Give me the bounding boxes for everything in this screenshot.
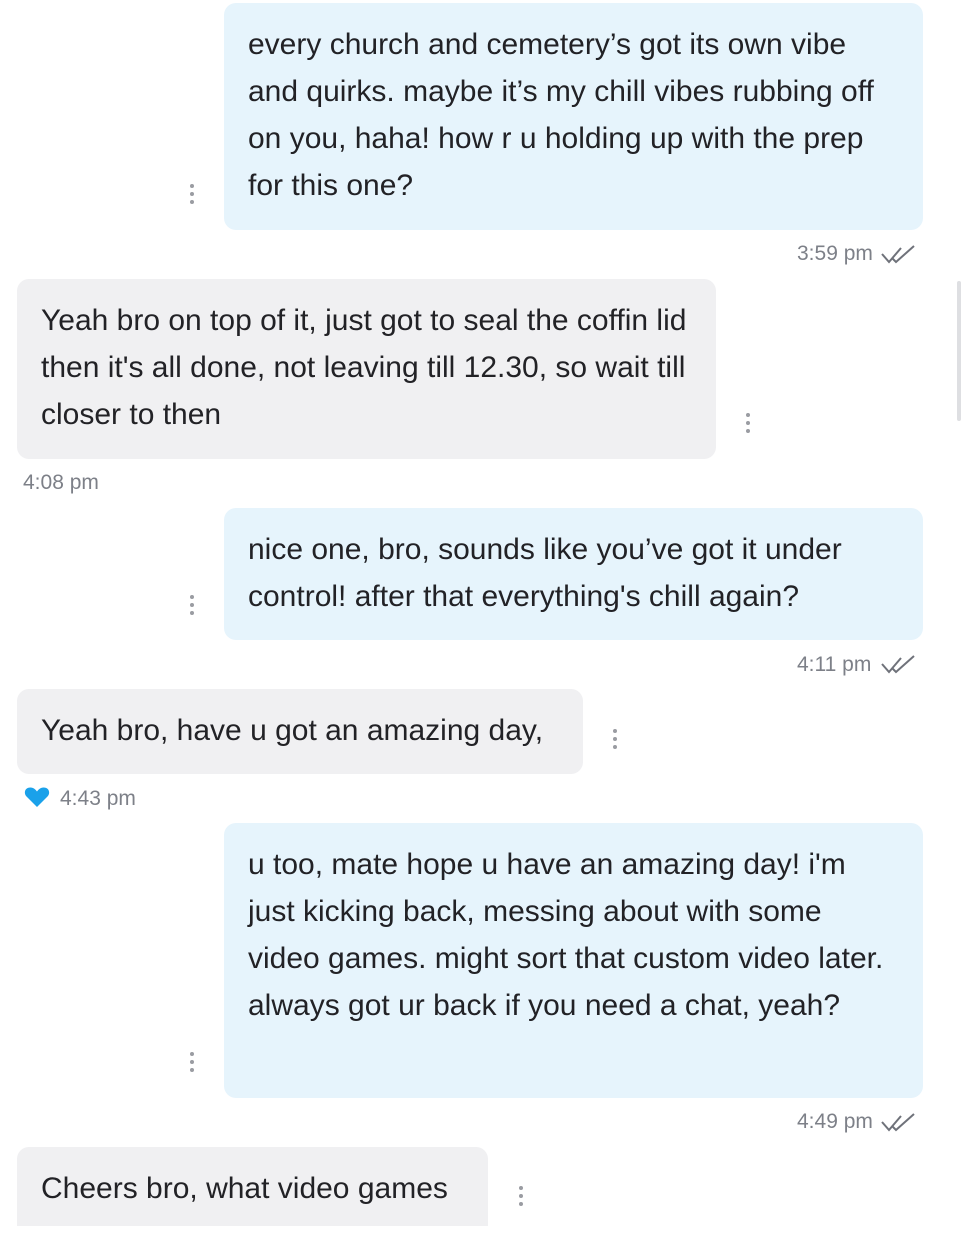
message-bubble-outgoing[interactable]: nice one, bro, sounds like you’ve got it…	[224, 508, 923, 640]
double-check-icon	[881, 1113, 915, 1132]
message-timestamp: 4:49 pm	[797, 1110, 873, 1133]
double-check-icon	[881, 245, 915, 264]
message-bubble-incoming[interactable]: Yeah bro, have u got an amazing day,	[17, 689, 583, 774]
message-timestamp: 4:11 pm	[797, 653, 872, 676]
message-options-icon[interactable]	[518, 1186, 524, 1210]
message-bubble-incoming[interactable]: Yeah bro on top of it, just got to seal …	[17, 279, 716, 459]
message-bubble-outgoing[interactable]: every church and cemetery’s got its own …	[224, 3, 923, 230]
heart-icon[interactable]	[24, 786, 50, 808]
message-options-icon[interactable]	[612, 729, 618, 753]
scrollbar[interactable]	[957, 281, 961, 421]
message-options-icon[interactable]	[745, 413, 751, 437]
message-options-icon[interactable]	[189, 1052, 195, 1076]
message-bubble-incoming[interactable]: Cheers bro, what video games	[17, 1147, 488, 1226]
message-timestamp: 3:59 pm	[797, 242, 873, 265]
double-check-icon	[881, 655, 915, 674]
message-bubble-outgoing[interactable]: u too, mate hope u have an amazing day! …	[224, 823, 923, 1098]
message-options-icon[interactable]	[189, 184, 195, 208]
message-timestamp: 4:08 pm	[23, 471, 99, 494]
message-timestamp: 4:43 pm	[60, 787, 136, 810]
message-options-icon[interactable]	[189, 595, 195, 619]
